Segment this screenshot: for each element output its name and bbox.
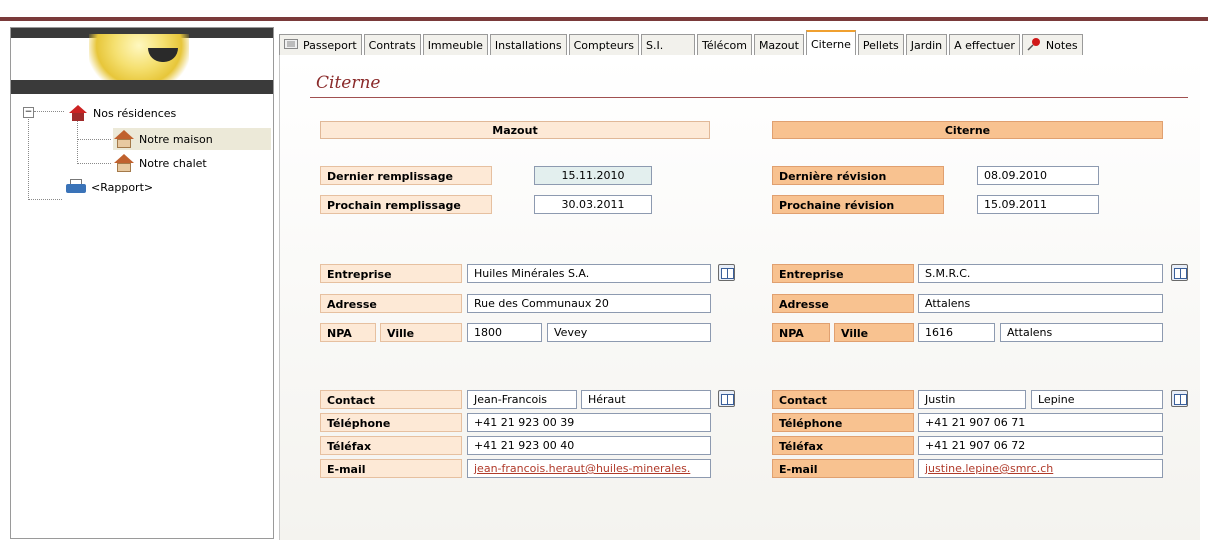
pin-icon xyxy=(1027,37,1041,54)
tab-contrats[interactable]: Contrats xyxy=(363,34,421,56)
banner-image xyxy=(11,28,273,98)
citerne-fax-label: Téléfax xyxy=(772,436,914,455)
top-accent-bar xyxy=(0,0,1208,21)
citerne-address-book-icon[interactable] xyxy=(1171,264,1188,281)
tab-jardin[interactable]: Jardin xyxy=(905,34,948,56)
mazout-contact-last-field[interactable]: Héraut xyxy=(581,390,711,409)
tab-label: Citerne xyxy=(810,37,851,51)
tree-item-notre-maison[interactable]: Notre maison xyxy=(113,128,271,150)
citerne-email-link[interactable]: justine.lepine@smrc.ch xyxy=(918,459,1163,478)
printer-icon xyxy=(65,179,87,195)
citerne-address-field[interactable]: Attalens xyxy=(918,294,1163,313)
citerne-address-label: Adresse xyxy=(772,294,914,313)
mazout-company-label: Entreprise xyxy=(320,264,462,283)
left-panel: − Nos résidences Notre maison Notre chal… xyxy=(10,27,274,539)
last-fill-field[interactable]: 15.11.2010 xyxy=(534,166,652,185)
tab-label: Télécom xyxy=(702,39,747,52)
mazout-npa-label: NPA xyxy=(320,323,376,342)
tree-item-residences[interactable]: Nos résidences xyxy=(67,102,180,124)
last-fill-label: Dernier remplissage xyxy=(320,166,492,185)
tab-passeport[interactable]: Passeport xyxy=(279,34,362,56)
tab-label: Mazout xyxy=(758,39,799,52)
tab-notes[interactable]: Notes xyxy=(1021,34,1083,56)
next-fill-field[interactable]: 30.03.2011 xyxy=(534,195,652,214)
mazout-city-field[interactable]: Vevey xyxy=(547,323,711,342)
tab-pellets[interactable]: Pellets xyxy=(857,34,904,56)
tab-strip: Passeport Contrats Immeuble Installation… xyxy=(279,30,1085,56)
tab-compteurs[interactable]: Compteurs xyxy=(568,34,639,56)
citerne-npa-label: NPA xyxy=(772,323,830,342)
citerne-contact-first-field[interactable]: Justin xyxy=(918,390,1026,409)
citerne-company-label: Entreprise xyxy=(772,264,914,283)
house-icon xyxy=(113,130,135,148)
residences-icon xyxy=(67,105,89,121)
citerne-company-field[interactable]: S.M.R.C. xyxy=(918,264,1163,283)
mazout-fax-field[interactable]: +41 21 923 00 40 xyxy=(467,436,711,455)
next-fill-label: Prochain remplissage xyxy=(320,195,492,214)
last-revision-field[interactable]: 08.09.2010 xyxy=(977,166,1099,185)
mazout-phone-label: Téléphone xyxy=(320,413,462,432)
tree-item-rapport[interactable]: <Rapport> xyxy=(65,176,157,198)
mazout-fax-label: Téléfax xyxy=(320,436,462,455)
last-revision-label: Dernière révision xyxy=(772,166,944,185)
tab-si[interactable]: S.I. xyxy=(641,34,695,56)
mazout-address-book-icon[interactable] xyxy=(718,264,735,281)
citerne-fax-field[interactable]: +41 21 907 06 72 xyxy=(918,436,1163,455)
tree-collapse-toggle[interactable]: − xyxy=(23,107,34,118)
citerne-contact-last-field[interactable]: Lepine xyxy=(1031,390,1163,409)
tab-label: Installations xyxy=(494,39,562,52)
tab-label: Notes xyxy=(1045,39,1078,52)
tab-label: S.I. xyxy=(646,39,664,52)
citerne-city-field[interactable]: Attalens xyxy=(1000,323,1163,342)
citerne-npa-field[interactable]: 1616 xyxy=(918,323,995,342)
citerne-phone-label: Téléphone xyxy=(772,413,914,432)
mazout-address-field[interactable]: Rue des Communaux 20 xyxy=(467,294,711,313)
tab-label: Jardin xyxy=(910,39,943,52)
page-title: Citerne xyxy=(316,73,381,93)
house-icon xyxy=(113,154,135,172)
next-revision-label: Prochaine révision xyxy=(772,195,944,214)
passport-icon xyxy=(284,39,298,52)
citerne-email-label: E-mail xyxy=(772,459,914,478)
mazout-address-label: Adresse xyxy=(320,294,462,313)
tab-citerne[interactable]: Citerne xyxy=(805,30,856,56)
tab-label: Contrats xyxy=(368,39,416,52)
tab-label: Passeport xyxy=(303,39,357,52)
citerne-contact-label: Contact xyxy=(772,390,914,409)
tab-immeuble[interactable]: Immeuble xyxy=(422,34,488,56)
mazout-contact-book-icon[interactable] xyxy=(718,390,735,407)
tree-item-label: <Rapport> xyxy=(91,180,154,194)
tree-item-label: Notre maison xyxy=(139,132,213,146)
mazout-email-label: E-mail xyxy=(320,459,462,478)
mazout-contact-first-field[interactable]: Jean-Francois xyxy=(467,390,577,409)
tree-item-label: Notre chalet xyxy=(139,156,207,170)
mazout-city-label: Ville xyxy=(380,323,462,342)
tree-item-label: Nos résidences xyxy=(93,106,177,120)
tab-a-effectuer[interactable]: A effectuer xyxy=(949,34,1020,56)
next-revision-field[interactable]: 15.09.2011 xyxy=(977,195,1099,214)
tab-label: Compteurs xyxy=(573,39,634,52)
mazout-contact-label: Contact xyxy=(320,390,462,409)
tab-mazout[interactable]: Mazout xyxy=(753,34,804,56)
tab-label: A effectuer xyxy=(954,39,1015,52)
citerne-section-header: Citerne xyxy=(772,121,1163,139)
title-divider xyxy=(310,97,1188,98)
citerne-contact-book-icon[interactable] xyxy=(1171,390,1188,407)
citerne-phone-field[interactable]: +41 21 907 06 71 xyxy=(918,413,1163,432)
tab-label: Immeuble xyxy=(427,39,483,52)
mazout-section-header: Mazout xyxy=(320,121,710,139)
mazout-email-link[interactable]: jean-francois.heraut@huiles-minerales. xyxy=(467,459,711,478)
tab-installations[interactable]: Installations xyxy=(489,34,567,56)
tab-telecom[interactable]: Télécom xyxy=(697,34,752,56)
tab-label: Pellets xyxy=(862,39,899,52)
mazout-phone-field[interactable]: +41 21 923 00 39 xyxy=(467,413,711,432)
mazout-company-field[interactable]: Huiles Minérales S.A. xyxy=(467,264,711,283)
tree-item-notre-chalet[interactable]: Notre chalet xyxy=(113,152,211,174)
citerne-city-label: Ville xyxy=(834,323,914,342)
mazout-npa-field[interactable]: 1800 xyxy=(467,323,542,342)
